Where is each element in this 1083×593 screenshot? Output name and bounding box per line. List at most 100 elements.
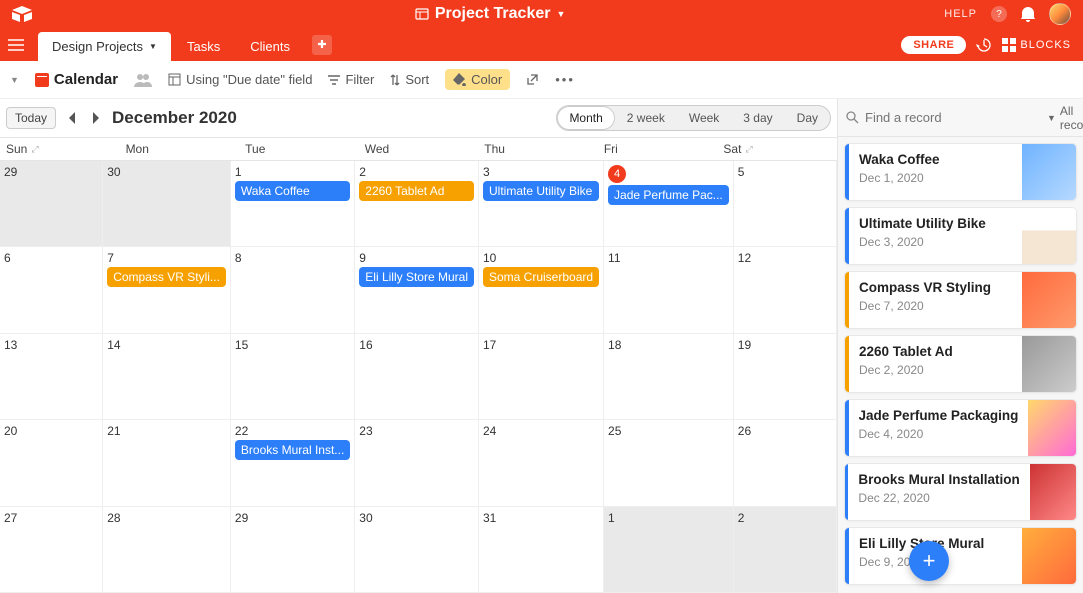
record-thumbnail — [1022, 144, 1076, 200]
record-card[interactable]: Compass VR Styling Dec 7, 2020 — [844, 271, 1077, 329]
user-avatar[interactable] — [1049, 3, 1071, 25]
help-link[interactable]: HELP — [944, 8, 977, 20]
calendar-cell[interactable]: 28 — [103, 507, 231, 593]
more-icon[interactable]: ••• — [555, 72, 575, 87]
table-tab-clients[interactable]: Clients — [236, 32, 304, 61]
calendar-cell[interactable]: 7Compass VR Styli... — [103, 247, 231, 333]
calendar-cell[interactable]: 29 — [0, 161, 103, 247]
menu-icon[interactable] — [8, 39, 36, 51]
calendar-cell[interactable]: 17 — [479, 334, 604, 420]
today-button[interactable]: Today — [6, 107, 56, 129]
day-number: 18 — [608, 338, 621, 352]
sort-button[interactable]: Sort — [390, 72, 429, 87]
search-icon — [846, 111, 859, 124]
calendar-cell[interactable]: 1Waka Coffee — [231, 161, 355, 247]
notifications-icon[interactable] — [1021, 6, 1035, 22]
day-number: 23 — [359, 424, 372, 438]
calendar-header: Today December 2020 Month2 weekWeek3 day… — [0, 99, 837, 137]
range-option-2-week[interactable]: 2 week — [615, 106, 677, 130]
day-number: 31 — [483, 511, 496, 525]
calendar-event[interactable]: Ultimate Utility Bike — [483, 181, 599, 201]
day-number: 29 — [235, 511, 248, 525]
calendar-cell[interactable]: 30 — [103, 161, 231, 247]
calendar-cell[interactable]: 4Jade Perfume Pac... — [604, 161, 734, 247]
dow-label: Fri — [604, 142, 618, 156]
calendar-cell[interactable]: 6 — [0, 247, 103, 333]
calendar-cell[interactable]: 30 — [355, 507, 479, 593]
tab-label: Tasks — [187, 39, 220, 54]
table-tab-tasks[interactable]: Tasks — [173, 32, 234, 61]
calendar-cell[interactable]: 1 — [604, 507, 734, 593]
add-record-fab[interactable]: + — [909, 541, 949, 581]
calendar-cell[interactable]: 19 — [734, 334, 837, 420]
calendar-cell[interactable]: 10Soma Cruiserboard — [479, 247, 604, 333]
record-card[interactable]: Ultimate Utility Bike Dec 3, 2020 — [844, 207, 1077, 265]
date-field-config[interactable]: Using "Due date" field — [168, 72, 312, 87]
collapse-icon[interactable]: ⤢ — [745, 144, 752, 155]
calendar-cell[interactable]: 12 — [734, 247, 837, 333]
table-tab-design-projects[interactable]: Design Projects▼ — [38, 32, 171, 61]
color-label: Color — [471, 72, 502, 87]
views-caret-icon[interactable]: ▼ — [10, 75, 19, 85]
calendar-cell[interactable]: 22260 Tablet Ad — [355, 161, 479, 247]
calendar-cell[interactable]: 9Eli Lilly Store Mural — [355, 247, 479, 333]
dow-header: Wed — [359, 138, 479, 160]
calendar-event[interactable]: Waka Coffee — [235, 181, 350, 201]
prev-month-button[interactable] — [64, 110, 80, 126]
collapse-icon[interactable]: ⤢ — [31, 144, 38, 155]
calendar-cell[interactable]: 22Brooks Mural Inst... — [231, 420, 355, 506]
range-segmented[interactable]: Month2 weekWeek3 dayDay — [556, 105, 831, 131]
add-table-button[interactable]: ✚ — [312, 35, 332, 55]
all-records-button[interactable]: ▼ All records — [1047, 104, 1083, 132]
workspace-title[interactable]: Project Tracker ▼ — [36, 5, 944, 23]
blocks-button[interactable]: BLOCKS — [1002, 38, 1071, 52]
calendar-cell[interactable]: 29 — [231, 507, 355, 593]
record-card[interactable]: Waka Coffee Dec 1, 2020 — [844, 143, 1077, 201]
calendar-cell[interactable]: 23 — [355, 420, 479, 506]
filter-button[interactable]: Filter — [328, 72, 374, 87]
calendar-cell[interactable]: 15 — [231, 334, 355, 420]
record-card[interactable]: Jade Perfume Packaging Dec 4, 2020 — [844, 399, 1077, 457]
record-card[interactable]: 2260 Tablet Ad Dec 2, 2020 — [844, 335, 1077, 393]
record-card[interactable]: Brooks Mural Installation Dec 22, 2020 — [844, 463, 1077, 521]
calendar-cell[interactable]: 21 — [103, 420, 231, 506]
help-icon[interactable]: ? — [991, 6, 1007, 22]
next-month-button[interactable] — [88, 110, 104, 126]
calendar-event[interactable]: Compass VR Styli... — [107, 267, 226, 287]
view-switcher[interactable]: Calendar — [35, 71, 118, 88]
calendar-cell[interactable]: 3Ultimate Utility Bike — [479, 161, 604, 247]
calendar-cell[interactable]: 18 — [604, 334, 734, 420]
calendar-event[interactable]: Eli Lilly Store Mural — [359, 267, 474, 287]
day-number: 6 — [4, 251, 11, 265]
range-option-month[interactable]: Month — [557, 106, 614, 130]
share-view-icon[interactable] — [526, 73, 539, 86]
calendar-cell[interactable]: 5 — [734, 161, 837, 247]
calendar-event[interactable]: 2260 Tablet Ad — [359, 181, 474, 201]
calendar-cell[interactable]: 20 — [0, 420, 103, 506]
calendar-cell[interactable]: 11 — [604, 247, 734, 333]
color-button[interactable]: Color — [445, 69, 510, 90]
range-option-week[interactable]: Week — [677, 106, 731, 130]
tables-tab-bar: Design Projects▼ Tasks Clients ✚ SHARE BLO… — [0, 28, 1083, 61]
range-option-3-day[interactable]: 3 day — [731, 106, 784, 130]
calendar-cell[interactable]: 16 — [355, 334, 479, 420]
calendar-event[interactable]: Jade Perfume Pac... — [608, 185, 729, 205]
calendar-cell[interactable]: 14 — [103, 334, 231, 420]
calendar-cell[interactable]: 13 — [0, 334, 103, 420]
collaborators-icon[interactable] — [134, 73, 152, 87]
calendar-cell[interactable]: 25 — [604, 420, 734, 506]
calendar-cell[interactable]: 8 — [231, 247, 355, 333]
calendar-cell[interactable]: 26 — [734, 420, 837, 506]
find-record-input[interactable] — [865, 110, 1041, 125]
airtable-logo-icon[interactable] — [12, 4, 36, 24]
history-icon[interactable] — [976, 37, 992, 53]
range-option-day[interactable]: Day — [785, 106, 830, 130]
calendar-cell[interactable]: 24 — [479, 420, 604, 506]
calendar-cell[interactable]: 2 — [734, 507, 837, 593]
record-card[interactable]: Eli Lilly Store Mural Dec 9, 2020 — [844, 527, 1077, 585]
calendar-event[interactable]: Brooks Mural Inst... — [235, 440, 350, 460]
share-button[interactable]: SHARE — [901, 36, 966, 54]
calendar-event[interactable]: Soma Cruiserboard — [483, 267, 599, 287]
calendar-cell[interactable]: 27 — [0, 507, 103, 593]
calendar-cell[interactable]: 31 — [479, 507, 604, 593]
